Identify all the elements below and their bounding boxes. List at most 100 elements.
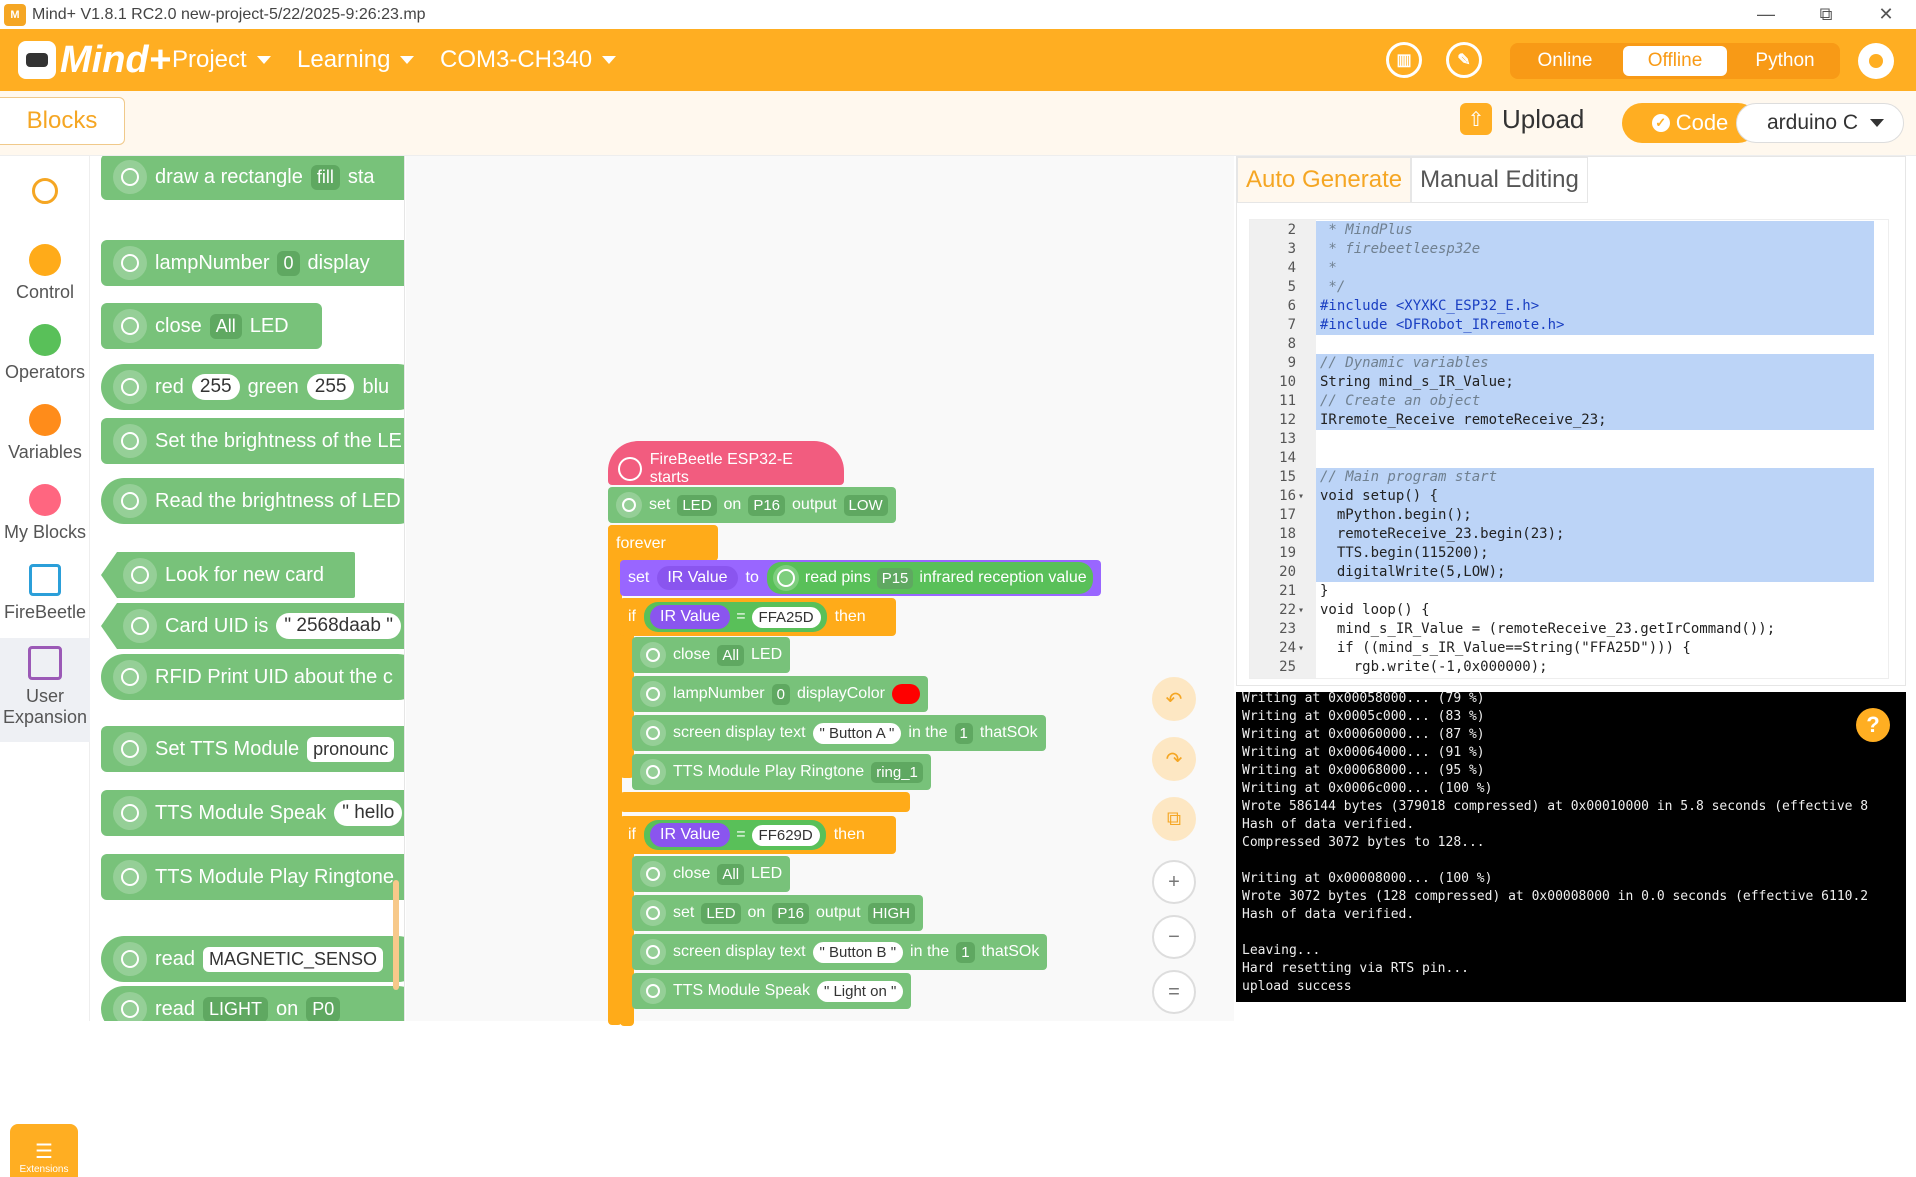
if-block-1-footer[interactable]	[620, 792, 910, 812]
palette-block-set-tts[interactable]: Set TTS Module pronounc	[101, 726, 404, 772]
palette-block-lamp[interactable]: lampNumber 0 display	[101, 240, 404, 286]
block-dropdown[interactable]: LED	[701, 902, 741, 924]
variable-reporter[interactable]: IR Value	[650, 823, 731, 847]
variable-reporter[interactable]: IR Value	[650, 605, 731, 629]
extensions-button[interactable]: ☰ Extensions	[10, 1124, 78, 1177]
fold-icon[interactable]: ▾	[1298, 639, 1304, 658]
block-dropdown[interactable]: LED	[677, 494, 717, 516]
tab-blocks[interactable]: Blocks	[0, 97, 125, 145]
zoom-reset-button[interactable]: =	[1152, 970, 1196, 1014]
forever-block[interactable]: forever	[608, 525, 718, 561]
menu-port[interactable]: COM3-CH340	[440, 46, 617, 74]
zoom-out-button[interactable]: −	[1152, 915, 1196, 959]
block-tts-ringtone[interactable]: TTS Module Play Ringtone ring_1	[632, 754, 931, 790]
mode-python[interactable]: Python	[1733, 46, 1837, 76]
condition-equals[interactable]: IR Value = FF629D	[644, 820, 826, 850]
block-lamp-color[interactable]: lampNumber 0 displayColor	[632, 676, 928, 712]
upload-button[interactable]: ⇧ Upload	[1460, 103, 1584, 135]
search-button[interactable]	[0, 178, 90, 204]
palette-block-set-brightness[interactable]: Set the brightness of the LE	[101, 418, 404, 464]
reporter-read-ir[interactable]: read pins P15 infrared reception value	[766, 562, 1093, 594]
palette-scrollbar[interactable]	[393, 880, 399, 990]
palette-block-read-brightness[interactable]: Read the brightness of LED	[101, 478, 404, 524]
help-button[interactable]: ?	[1856, 708, 1890, 742]
serial-console[interactable]: Writing at 0x00058000... (79 %) Writing a…	[1236, 692, 1906, 1002]
block-input[interactable]: " 2568daab "	[276, 613, 401, 639]
block-close-led[interactable]: close All LED	[632, 637, 791, 673]
block-set-led-high[interactable]: set LED on P16 output HIGH	[632, 895, 924, 931]
block-dropdown[interactable]: 0	[771, 683, 790, 705]
palette-block-look-card[interactable]: Look for new card	[101, 552, 355, 598]
edit-icon[interactable]: ✎	[1446, 42, 1482, 78]
zoom-in-button[interactable]: +	[1152, 860, 1196, 904]
block-set-led-low[interactable]: set LED on P16 output LOW	[608, 487, 896, 523]
block-dropdown[interactable]: ring_1	[871, 761, 923, 783]
palette-block-card-uid[interactable]: Card UID is " 2568daab "	[101, 603, 404, 649]
block-dropdown[interactable]: All	[209, 313, 242, 339]
block-input[interactable]: " Light on "	[816, 980, 904, 1002]
category-operators[interactable]: Operators	[0, 324, 90, 383]
block-dropdown[interactable]: P16	[772, 902, 810, 924]
block-dropdown[interactable]: P0	[306, 996, 341, 1021]
if-block-1[interactable]: if IR Value = FFA25D then	[620, 598, 896, 636]
color-swatch[interactable]	[891, 684, 920, 704]
palette-block-close-led[interactable]: close All LED	[101, 303, 322, 349]
menu-project[interactable]: Project	[172, 46, 271, 74]
minimize-button[interactable]: —	[1738, 0, 1794, 29]
fold-icon[interactable]: ▾	[1298, 601, 1304, 620]
block-dropdown[interactable]: LOW	[843, 494, 888, 516]
block-dropdown[interactable]: HIGH	[867, 902, 916, 924]
block-input[interactable]: FFA25D	[751, 606, 821, 628]
block-screen-display-a[interactable]: screen display text " Button A " in the 1 th…	[632, 715, 1046, 751]
gear-icon[interactable]	[1858, 43, 1894, 79]
crop-button[interactable]: ⧉	[1152, 797, 1196, 841]
palette-block-tts-speak[interactable]: TTS Module Speak " hello	[101, 790, 404, 836]
palette-block-tts-ringtone[interactable]: TTS Module Play Ringtone	[101, 854, 404, 900]
category-control[interactable]: Control	[0, 244, 90, 303]
block-dropdown[interactable]: fill	[310, 164, 340, 190]
block-input[interactable]: " Button B "	[812, 941, 904, 963]
category-my-blocks[interactable]: My Blocks	[0, 484, 90, 543]
close-window-button[interactable]: ✕	[1858, 0, 1914, 29]
block-dropdown[interactable]: P16	[748, 494, 786, 516]
block-dropdown[interactable]: LIGHT	[203, 996, 269, 1021]
block-input[interactable]: " hello	[334, 800, 403, 826]
hat-block-firebeetle-starts[interactable]: FireBeetle ESP32-E starts	[608, 441, 844, 486]
block-dropdown[interactable]: MAGNETIC_SENSO	[203, 946, 384, 972]
palette-block-read-light[interactable]: read LIGHT on P0	[101, 986, 404, 1021]
mode-online[interactable]: Online	[1513, 46, 1617, 76]
block-dropdown[interactable]: All	[717, 644, 745, 666]
maximize-button[interactable]: ⧉	[1798, 0, 1854, 29]
block-close-led[interactable]: close All LED	[632, 856, 791, 892]
palette-block-rgb[interactable]: red 255 green 255 blu	[101, 364, 404, 410]
menu-learning[interactable]: Learning	[297, 46, 415, 74]
tab-manual-editing[interactable]: Manual Editing	[1411, 157, 1588, 203]
mode-offline[interactable]: Offline	[1623, 46, 1727, 76]
palette-block-read-magnetic[interactable]: read MAGNETIC_SENSO	[101, 936, 404, 982]
palette-block-draw-rect[interactable]: draw a rectangle fill sta	[101, 156, 404, 200]
category-firebeetle[interactable]: FireBeetle	[0, 564, 90, 623]
block-input[interactable]: 255	[306, 374, 355, 400]
block-workspace[interactable]: FireBeetle ESP32-E starts set LED on P16 out…	[406, 156, 1234, 1026]
block-tts-speak[interactable]: TTS Module Speak " Light on "	[632, 973, 912, 1009]
block-dropdown[interactable]: pronounc	[307, 736, 395, 762]
language-select[interactable]: arduino C	[1736, 103, 1904, 143]
tab-auto-generate[interactable]: Auto Generate	[1237, 157, 1412, 203]
block-screen-display-b[interactable]: screen display text " Button B " in the 1 th…	[632, 934, 1048, 970]
condition-equals[interactable]: IR Value = FFA25D	[644, 602, 827, 632]
variable-dropdown[interactable]: IR Value	[657, 566, 738, 590]
block-dropdown[interactable]: 0	[277, 250, 300, 276]
block-dropdown[interactable]: 1	[954, 722, 973, 744]
block-input[interactable]: 255	[191, 374, 240, 400]
block-input[interactable]: FF629D	[751, 824, 820, 846]
category-user-expansion[interactable]: User Expansion	[0, 638, 90, 742]
palette-block-rfid-print[interactable]: RFID Print UID about the c	[101, 654, 404, 700]
undo-button[interactable]: ↶	[1152, 677, 1196, 721]
block-input[interactable]: " Button A "	[812, 722, 902, 744]
block-dropdown[interactable]: P15	[876, 567, 914, 589]
fold-icon[interactable]: ▾	[1298, 487, 1304, 506]
redo-button[interactable]: ↷	[1152, 737, 1196, 781]
block-dropdown[interactable]: All	[717, 863, 745, 885]
category-variables[interactable]: Variables	[0, 404, 90, 463]
block-dropdown[interactable]: 1	[956, 941, 975, 963]
